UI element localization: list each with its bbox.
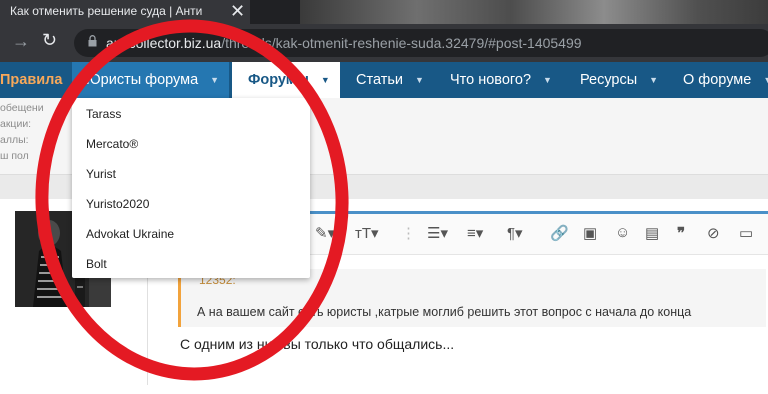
red-highlight-circle: [35, 19, 349, 381]
